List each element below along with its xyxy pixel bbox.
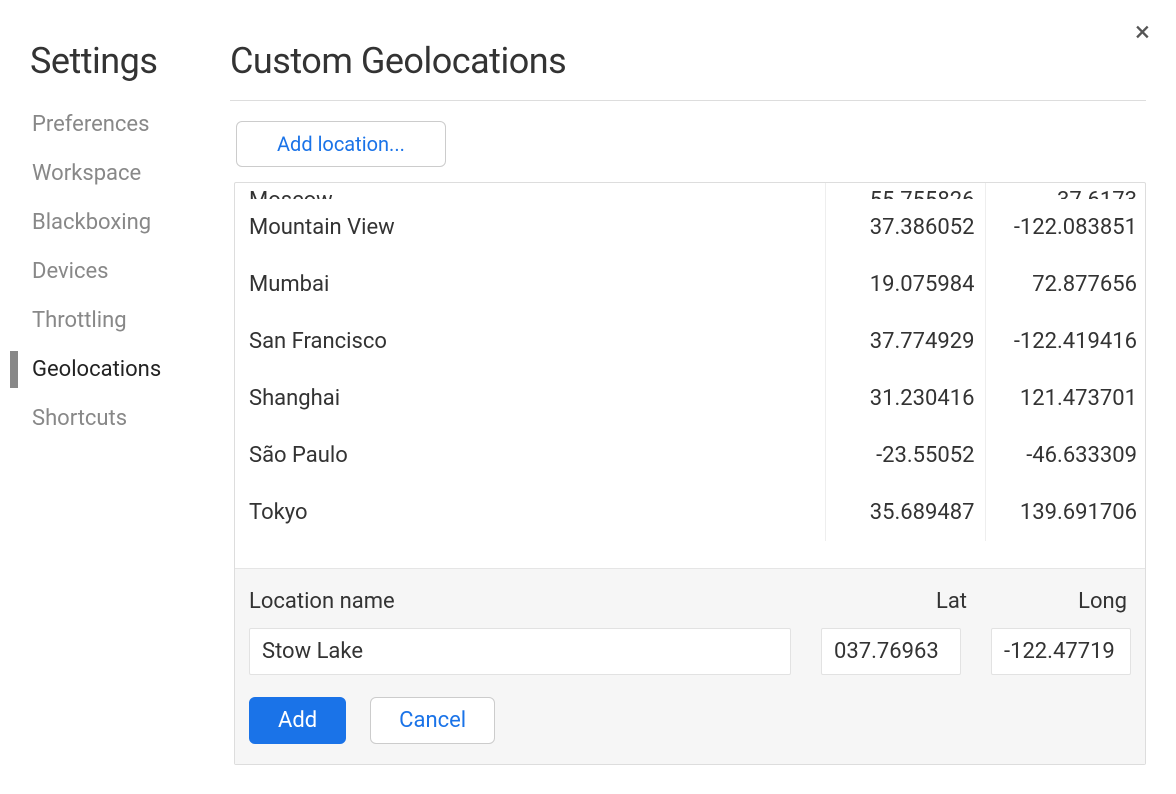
location-lat-cell: 37.774929: [825, 313, 985, 370]
location-lat-cell: 35.689487: [825, 484, 985, 541]
edit-buttons-row: Add Cancel: [249, 697, 1131, 744]
sidebar-item-workspace[interactable]: Workspace: [10, 149, 220, 198]
input-long[interactable]: [991, 628, 1131, 675]
location-lat-cell: 19.075984: [825, 256, 985, 313]
location-long-cell: 37.6173: [985, 183, 1145, 199]
location-name-cell: Mountain View: [235, 199, 825, 256]
table-row[interactable]: Moscow55.75582637.6173: [235, 183, 1145, 199]
location-name-cell: San Francisco: [235, 313, 825, 370]
sidebar-item-geolocations[interactable]: Geolocations: [10, 345, 220, 394]
locations-scroll-area[interactable]: Moscow55.75582637.6173Mountain View37.38…: [235, 183, 1145, 568]
location-long-cell: -122.419416: [985, 313, 1145, 370]
input-lat[interactable]: [821, 628, 961, 675]
label-long: Long: [979, 589, 1131, 614]
sidebar-title: Settings: [10, 30, 220, 100]
table-row[interactable]: San Francisco37.774929-122.419416: [235, 313, 1145, 370]
close-icon[interactable]: ×: [1135, 18, 1150, 46]
sidebar: Settings PreferencesWorkspaceBlackboxing…: [10, 30, 220, 765]
main-panel: Custom Geolocations Add location... Mosc…: [220, 30, 1156, 765]
sidebar-list: PreferencesWorkspaceBlackboxingDevicesTh…: [10, 100, 220, 443]
add-button[interactable]: Add: [249, 697, 346, 744]
table-row[interactable]: Mumbai19.07598472.877656: [235, 256, 1145, 313]
label-location-name: Location name: [249, 589, 827, 614]
location-name-cell: Mumbai: [235, 256, 825, 313]
sidebar-item-preferences[interactable]: Preferences: [10, 100, 220, 149]
cancel-button[interactable]: Cancel: [370, 697, 495, 744]
table-row[interactable]: Shanghai31.230416121.473701: [235, 370, 1145, 427]
location-long-cell: -46.633309: [985, 427, 1145, 484]
location-lat-cell: 55.755826: [825, 183, 985, 199]
input-location-name[interactable]: [249, 628, 791, 675]
location-lat-cell: 31.230416: [825, 370, 985, 427]
edit-labels-row: Location name Lat Long: [249, 579, 1131, 628]
locations-table: Moscow55.75582637.6173Mountain View37.38…: [235, 183, 1145, 541]
label-lat: Lat: [827, 589, 979, 614]
table-row[interactable]: São Paulo-23.55052-46.633309: [235, 427, 1145, 484]
sidebar-item-devices[interactable]: Devices: [10, 247, 220, 296]
table-row[interactable]: Tokyo35.689487139.691706: [235, 484, 1145, 541]
page-title: Custom Geolocations: [230, 30, 1146, 101]
location-name-cell: Moscow: [235, 183, 825, 199]
location-long-cell: -122.083851: [985, 199, 1145, 256]
sidebar-item-blackboxing[interactable]: Blackboxing: [10, 198, 220, 247]
location-name-cell: Shanghai: [235, 370, 825, 427]
location-name-cell: São Paulo: [235, 427, 825, 484]
edit-inputs-row: [249, 628, 1131, 675]
sidebar-item-throttling[interactable]: Throttling: [10, 296, 220, 345]
table-row[interactable]: Mountain View37.386052-122.083851: [235, 199, 1145, 256]
locations-box: Moscow55.75582637.6173Mountain View37.38…: [234, 182, 1146, 765]
location-lat-cell: -23.55052: [825, 427, 985, 484]
settings-container: Settings PreferencesWorkspaceBlackboxing…: [0, 0, 1176, 785]
location-lat-cell: 37.386052: [825, 199, 985, 256]
location-long-cell: 72.877656: [985, 256, 1145, 313]
location-long-cell: 121.473701: [985, 370, 1145, 427]
location-long-cell: 139.691706: [985, 484, 1145, 541]
sidebar-item-shortcuts[interactable]: Shortcuts: [10, 394, 220, 443]
location-name-cell: Tokyo: [235, 484, 825, 541]
add-location-button[interactable]: Add location...: [236, 121, 446, 167]
edit-panel: Location name Lat Long Add Cancel: [235, 568, 1145, 764]
